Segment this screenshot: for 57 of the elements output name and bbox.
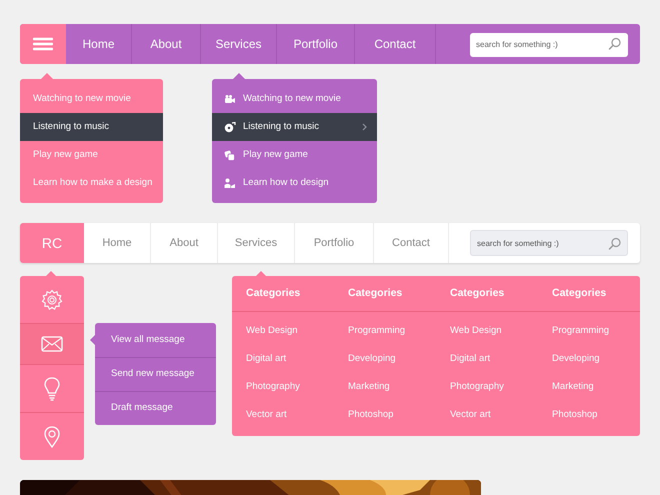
- submenu-item[interactable]: View all message: [95, 323, 216, 357]
- column-heading: Categories: [246, 286, 300, 301]
- menu-item-icon: [224, 150, 236, 160]
- submenu-item[interactable]: Draft message: [95, 391, 216, 425]
- nav-link[interactable]: Contact: [374, 223, 449, 263]
- category-link[interactable]: Developing: [348, 352, 396, 366]
- nav-link[interactable]: Contact: [355, 24, 436, 64]
- column-heading: Categories: [348, 286, 402, 301]
- column-heading: Categories: [450, 286, 504, 301]
- nav-link[interactable]: Services: [201, 24, 277, 64]
- category-link[interactable]: Digital art: [246, 352, 286, 366]
- category-link[interactable]: Photography: [246, 380, 300, 394]
- envelope-icon: [41, 336, 63, 352]
- menu-item-icon: [224, 122, 236, 132]
- map-pin-icon: [44, 426, 60, 448]
- menu-item-icon: [224, 178, 236, 188]
- dropdown-item[interactable]: Learn how to design: [212, 169, 377, 197]
- dropdown-item[interactable]: Play new game: [212, 141, 377, 169]
- column-heading: Categories: [552, 286, 606, 301]
- menu-button[interactable]: [20, 24, 66, 64]
- category-link[interactable]: Vector art: [246, 408, 287, 422]
- dropdown-item[interactable]: Watching to new movie: [212, 85, 377, 113]
- category-link[interactable]: Web Design: [450, 324, 502, 338]
- category-link[interactable]: Photoshop: [348, 408, 394, 422]
- nav-link[interactable]: Services: [218, 223, 295, 263]
- nav-link[interactable]: About: [132, 24, 201, 64]
- category-link[interactable]: Photoshop: [552, 408, 598, 422]
- dropdown-item[interactable]: Listening to music: [212, 113, 377, 141]
- nav-link[interactable]: Home: [84, 223, 151, 263]
- search-field[interactable]: search for something :): [470, 230, 628, 256]
- sidebar-button[interactable]: [20, 323, 84, 364]
- category-link[interactable]: Digital art: [450, 352, 490, 366]
- menu-icon: [33, 37, 53, 51]
- search-icon: [608, 37, 622, 50]
- nav-link[interactable]: Portfolio: [295, 223, 374, 263]
- dropdown-item[interactable]: Listening to music: [20, 113, 163, 141]
- category-link[interactable]: Marketing: [348, 380, 390, 394]
- dropdown-item[interactable]: Play new game: [20, 141, 163, 169]
- category-link[interactable]: Marketing: [552, 380, 594, 394]
- submenu-item[interactable]: Send new message: [95, 357, 216, 391]
- category-link[interactable]: Programming: [348, 324, 406, 338]
- nav-link[interactable]: About: [151, 223, 218, 263]
- category-link[interactable]: Developing: [552, 352, 600, 366]
- menu-item-icon: [224, 94, 236, 104]
- category-link[interactable]: Web Design: [246, 324, 298, 338]
- logo[interactable]: RC: [20, 223, 84, 263]
- search-field[interactable]: search for something :): [470, 32, 628, 57]
- nav-link[interactable]: Portfolio: [277, 24, 355, 64]
- category-link[interactable]: Vector art: [450, 408, 491, 422]
- light-bulb-icon: [44, 376, 60, 400]
- category-link[interactable]: Programming: [552, 324, 610, 338]
- category-link[interactable]: Photography: [450, 380, 504, 394]
- nav-link[interactable]: Home: [66, 24, 132, 64]
- dropdown-item[interactable]: Watching to new movie: [20, 85, 163, 113]
- gear-icon: [41, 288, 63, 310]
- dropdown-item[interactable]: Learn how to make a design: [20, 169, 163, 197]
- search-icon: [608, 236, 622, 250]
